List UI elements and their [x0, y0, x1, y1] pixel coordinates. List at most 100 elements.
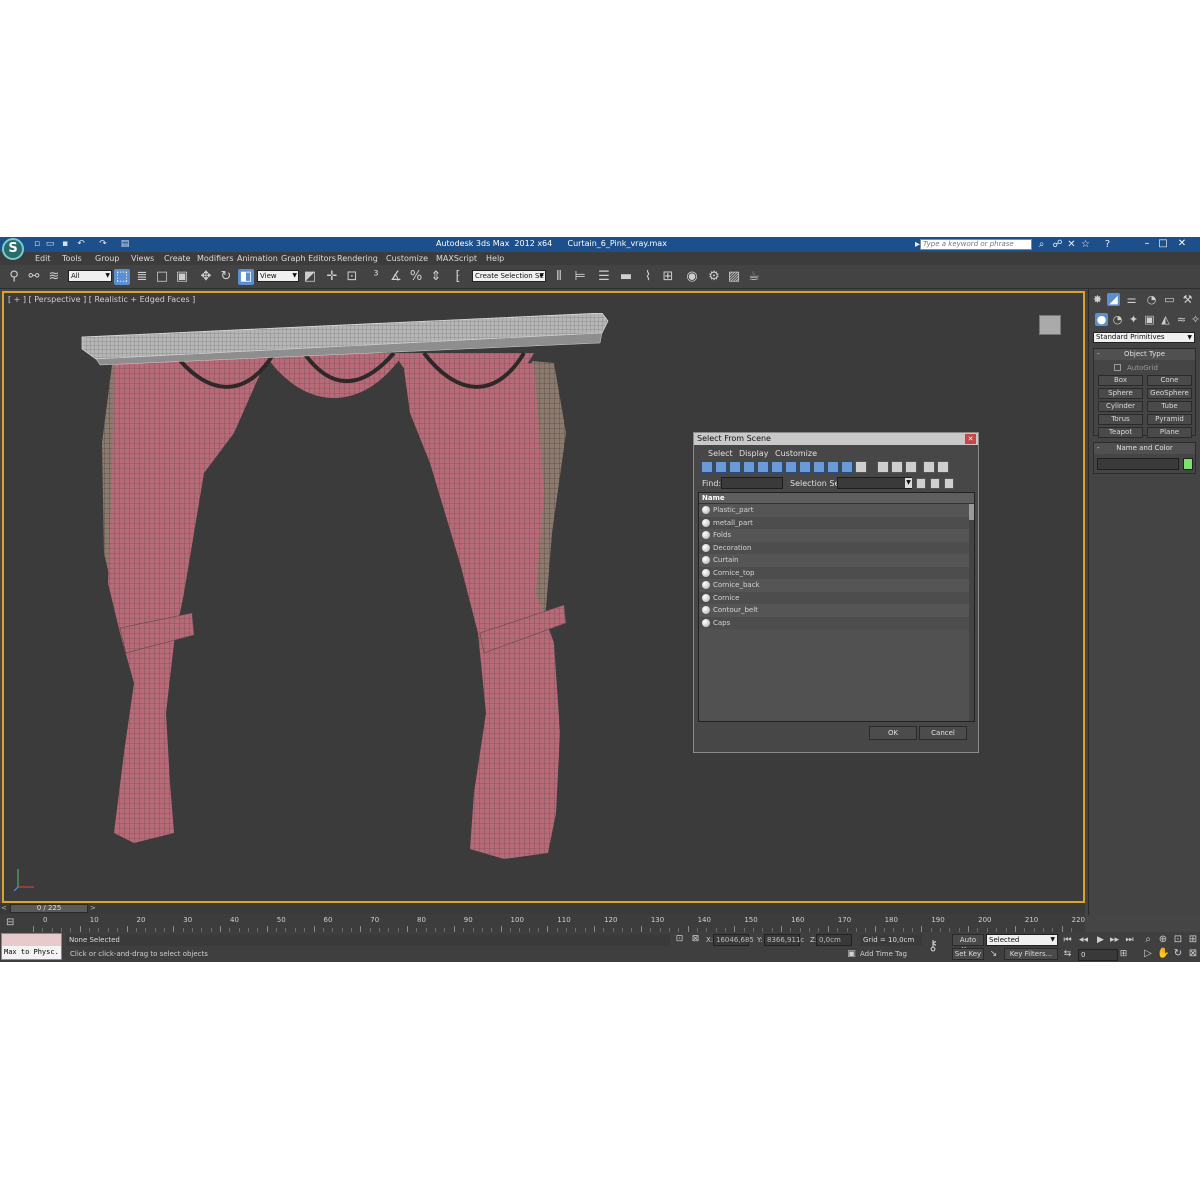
ok-button[interactable]: OK	[869, 726, 917, 740]
select-by-name-icon[interactable]: ≣	[134, 269, 150, 285]
select-invert-icon[interactable]	[905, 461, 917, 473]
menu-customize[interactable]: Customize	[386, 254, 428, 263]
viewport-label[interactable]: [ + ] [ Perspective ] [ Realistic + Edge…	[8, 295, 195, 304]
viewcube-icon[interactable]	[1039, 315, 1061, 335]
undo-icon[interactable]: ↶	[76, 239, 86, 249]
maxscript-listener[interactable]: Max to Physc.	[1, 933, 62, 960]
list-item[interactable]: Plastic_part	[699, 504, 969, 517]
pan-icon[interactable]: ✋	[1157, 948, 1169, 959]
cancel-button[interactable]: Cancel	[919, 726, 967, 740]
select-link-icon[interactable]: ⚲	[6, 269, 22, 285]
filter-cameras-icon[interactable]	[743, 461, 755, 473]
list-item[interactable]: Curtain	[699, 554, 969, 567]
shapes-icon[interactable]: ◔	[1111, 313, 1124, 326]
key-set-dropdown[interactable]: Selected ▼	[986, 934, 1058, 946]
scrollbar-thumb[interactable]	[969, 504, 974, 520]
dropdown-arrow-icon[interactable]: ▼	[905, 478, 912, 488]
reference-coordinate-dropdown[interactable]: View ▼	[257, 270, 299, 282]
select-all-icon[interactable]	[877, 461, 889, 473]
systems-icon[interactable]: ✧	[1189, 313, 1200, 326]
list-item[interactable]: Cornice_top	[699, 566, 969, 579]
filter-lights-icon[interactable]	[729, 461, 741, 473]
autogrid-checkbox[interactable]	[1114, 364, 1121, 371]
menu-tools[interactable]: Tools	[62, 254, 82, 263]
object-color-swatch[interactable]	[1183, 458, 1193, 470]
time-slider-thumb[interactable]: 0 / 225	[10, 904, 88, 913]
dialog-menu-select[interactable]: Select	[708, 449, 733, 458]
cylinder-button[interactable]: Cylinder	[1098, 401, 1143, 412]
menu-create[interactable]: Create	[164, 254, 191, 263]
list-scrollbar[interactable]	[969, 504, 974, 721]
render-setup-icon[interactable]: ⚙	[706, 269, 722, 285]
list-item[interactable]: Decoration	[699, 541, 969, 554]
bind-spacewarp-icon[interactable]: ≋	[46, 269, 62, 285]
add-time-tag[interactable]: Add Time Tag	[860, 950, 907, 958]
list-item[interactable]: Contour_belt	[699, 604, 969, 617]
favorites-icon[interactable]: ☆	[1080, 239, 1091, 250]
hierarchy-tab-icon[interactable]: ⚌	[1125, 293, 1138, 306]
maximize-button[interactable]: □	[1156, 238, 1170, 250]
maximize-viewport-icon[interactable]: ⊠	[1187, 948, 1199, 959]
box-button[interactable]: Box	[1098, 375, 1143, 386]
name-and-color-title[interactable]: - Name and Color	[1094, 443, 1195, 454]
material-editor-icon[interactable]: ◉	[684, 269, 700, 285]
primitive-category-dropdown[interactable]: Standard Primitives ▼	[1093, 332, 1195, 343]
binoculars-icon[interactable]: ⌕	[1036, 239, 1047, 250]
dialog-menu-display[interactable]: Display	[739, 449, 769, 458]
list-item[interactable]: Folds	[699, 529, 969, 542]
create-tab-icon[interactable]: ✸	[1091, 293, 1104, 306]
spacewarps-icon[interactable]: ≈	[1175, 313, 1188, 326]
torus-button[interactable]: Torus	[1098, 414, 1143, 425]
time-tag-icon[interactable]: ▣	[846, 949, 857, 959]
keyboard-shortcut-icon[interactable]: ⊡	[344, 269, 360, 285]
selection-filter-dropdown[interactable]: All ▼	[68, 270, 112, 282]
help-icon[interactable]: ?	[1102, 239, 1113, 250]
filter-helpers-icon[interactable]	[757, 461, 769, 473]
snaps-toggle-icon[interactable]: ³	[368, 269, 384, 285]
play-icon[interactable]: ▶	[1095, 935, 1106, 945]
redo-icon[interactable]: ↷	[98, 239, 108, 249]
go-to-end-icon[interactable]: ⏭	[1124, 935, 1135, 945]
absolute-mode-icon[interactable]: ⊠	[690, 934, 701, 944]
auto-key-button[interactable]: Auto Key	[952, 934, 984, 954]
list-item[interactable]: Cornice_back	[699, 579, 969, 592]
zoom-extents-all-icon[interactable]: ⊞	[1187, 934, 1199, 945]
menu-maxscript[interactable]: MAXScript	[436, 254, 477, 263]
menu-rendering[interactable]: Rendering	[337, 254, 378, 263]
current-frame-field[interactable]: 0	[1078, 949, 1118, 961]
object-type-title[interactable]: - Object Type	[1094, 349, 1195, 360]
orbit-icon[interactable]: ↻	[1172, 948, 1184, 959]
modify-tab-icon[interactable]: ◢	[1107, 293, 1120, 306]
set-key-icon[interactable]: ⚷	[928, 938, 938, 954]
filter-funnel-icon[interactable]	[923, 461, 935, 473]
new-file-icon[interactable]: ▫	[32, 239, 42, 249]
filter-geometry-icon[interactable]	[701, 461, 713, 473]
curtain-model[interactable]	[74, 313, 614, 863]
unlink-icon[interactable]: ⚯	[26, 269, 42, 285]
previous-key-icon[interactable]: ◂◂	[1078, 935, 1089, 945]
motion-tab-icon[interactable]: ◔	[1145, 293, 1158, 306]
filter-groups-icon[interactable]	[785, 461, 797, 473]
close-button[interactable]: ✕	[1175, 238, 1189, 250]
name-column-header[interactable]: Name	[699, 493, 974, 504]
open-file-icon[interactable]: ▭	[45, 239, 55, 249]
track-bar[interactable]: ⊟ 0 10 20 30 40 50 60 70 80 90 100 110 120 130 140 150 1…	[0, 914, 1085, 932]
menu-modifiers[interactable]: Modifiers	[197, 254, 234, 263]
list-item[interactable]: metall_part	[699, 516, 969, 529]
cameras-icon[interactable]: ▣	[1143, 313, 1156, 326]
scale-icon[interactable]: ◧	[238, 269, 254, 285]
render-production-icon[interactable]: ☕	[746, 269, 762, 285]
maxscript-input-area[interactable]	[2, 934, 61, 946]
filter-options-icon[interactable]	[937, 461, 949, 473]
find-input[interactable]	[721, 477, 783, 489]
lock-selection-icon[interactable]: ⊡	[674, 934, 685, 944]
dialog-menu-customize[interactable]: Customize	[775, 449, 817, 458]
search-input[interactable]: Type a keyword or phrase	[920, 239, 1032, 250]
filter-bones-icon[interactable]	[813, 461, 825, 473]
key-mode-icon[interactable]: ↘	[988, 949, 999, 959]
filter-xrefs-icon[interactable]	[799, 461, 811, 473]
align-icon[interactable]: ⊨	[572, 269, 588, 285]
time-slider[interactable]: < 0 / 225 >	[0, 903, 1085, 914]
field-of-view-icon[interactable]: ▷	[1142, 948, 1154, 959]
angle-snap-icon[interactable]: ∡	[388, 269, 404, 285]
